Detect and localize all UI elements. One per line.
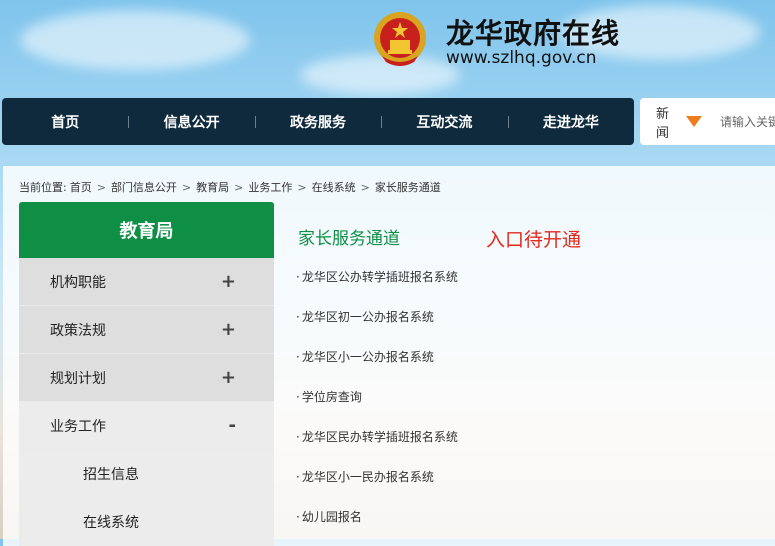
- nav-gov-services[interactable]: 政务服务: [254, 112, 381, 132]
- breadcrumb-separator: >: [297, 180, 307, 194]
- sidebar-item-label: 机构职能: [50, 274, 106, 291]
- sidebar-title: 教育局: [19, 202, 274, 258]
- breadcrumb-separator: >: [360, 180, 370, 194]
- breadcrumb-separator: >: [96, 180, 106, 194]
- link-private-transfer[interactable]: 龙华区民办转学插班报名系统: [296, 417, 458, 457]
- site-title: 龙华政府在线: [446, 17, 621, 50]
- sidebar-item-policies[interactable]: 政策法规 +: [19, 306, 274, 354]
- site-url: www.szlhq.gov.cn: [446, 48, 597, 68]
- link-grade1-private[interactable]: 龙华区小一民办报名系统: [296, 457, 458, 497]
- nav-interaction[interactable]: 互动交流: [381, 112, 507, 132]
- sidebar-item-label: 政策法规: [50, 322, 106, 339]
- sidebar-item-label: 规划计划: [50, 370, 106, 387]
- entry-notice: 入口待开通: [486, 229, 582, 251]
- sidebar-item-label: 业务工作: [50, 418, 106, 435]
- breadcrumb-link-business-work[interactable]: 业务工作: [248, 179, 292, 195]
- breadcrumb-link-online-system[interactable]: 在线系统: [312, 179, 356, 195]
- link-grade7-public[interactable]: 龙华区初一公办报名系统: [296, 297, 458, 337]
- sidebar: 教育局 机构职能 + 政策法规 + 规划计划 + 业务工作 - 招生信息 在线系…: [19, 202, 274, 546]
- breadcrumb: 当前位置: 首页 > 部门信息公开 > 教育局 > 业务工作 > 在线系统 > …: [19, 179, 441, 195]
- nav-about-longhua[interactable]: 走进龙华: [507, 112, 634, 132]
- breadcrumb-link-home[interactable]: 首页: [70, 179, 92, 195]
- sidebar-subitem-admissions[interactable]: 招生信息: [19, 450, 274, 498]
- sidebar-item-functions[interactable]: 机构职能 +: [19, 258, 274, 306]
- search-category-select[interactable]: 新闻: [656, 103, 678, 141]
- main-nav: 首页 信息公开 政务服务 互动交流 走进龙华: [2, 98, 634, 145]
- breadcrumb-link-education-bureau[interactable]: 教育局: [196, 179, 229, 195]
- sidebar-item-business-work[interactable]: 业务工作 -: [19, 402, 274, 450]
- expand-icon[interactable]: +: [221, 271, 236, 292]
- expand-icon[interactable]: +: [221, 367, 236, 388]
- link-kindergarten[interactable]: 幼儿园报名: [296, 497, 458, 537]
- section-title: 家长服务通道: [298, 229, 400, 249]
- search-box: 新闻: [640, 98, 775, 145]
- breadcrumb-current[interactable]: 家长服务通道: [375, 179, 441, 195]
- breadcrumb-separator: >: [234, 180, 244, 194]
- link-grade1-public[interactable]: 龙华区小一公办报名系统: [296, 337, 458, 377]
- nav-info-disclosure[interactable]: 信息公开: [128, 112, 254, 132]
- search-input[interactable]: [720, 114, 775, 129]
- collapse-icon[interactable]: -: [229, 415, 236, 436]
- expand-icon[interactable]: +: [221, 319, 236, 340]
- breadcrumb-label: 当前位置:: [19, 181, 67, 194]
- national-emblem-icon[interactable]: [372, 10, 428, 68]
- chevron-down-icon[interactable]: [686, 116, 702, 127]
- nav-home[interactable]: 首页: [2, 112, 128, 132]
- link-public-transfer[interactable]: 龙华区公办转学插班报名系统: [296, 257, 458, 297]
- breadcrumb-link-dept-info[interactable]: 部门信息公开: [111, 179, 177, 195]
- service-link-list: 龙华区公办转学插班报名系统 龙华区初一公办报名系统 龙华区小一公办报名系统 学位…: [296, 257, 458, 537]
- link-school-district-query[interactable]: 学位房查询: [296, 377, 458, 417]
- sidebar-item-plans[interactable]: 规划计划 +: [19, 354, 274, 402]
- breadcrumb-separator: >: [181, 180, 192, 194]
- sky-cloud: [20, 10, 250, 70]
